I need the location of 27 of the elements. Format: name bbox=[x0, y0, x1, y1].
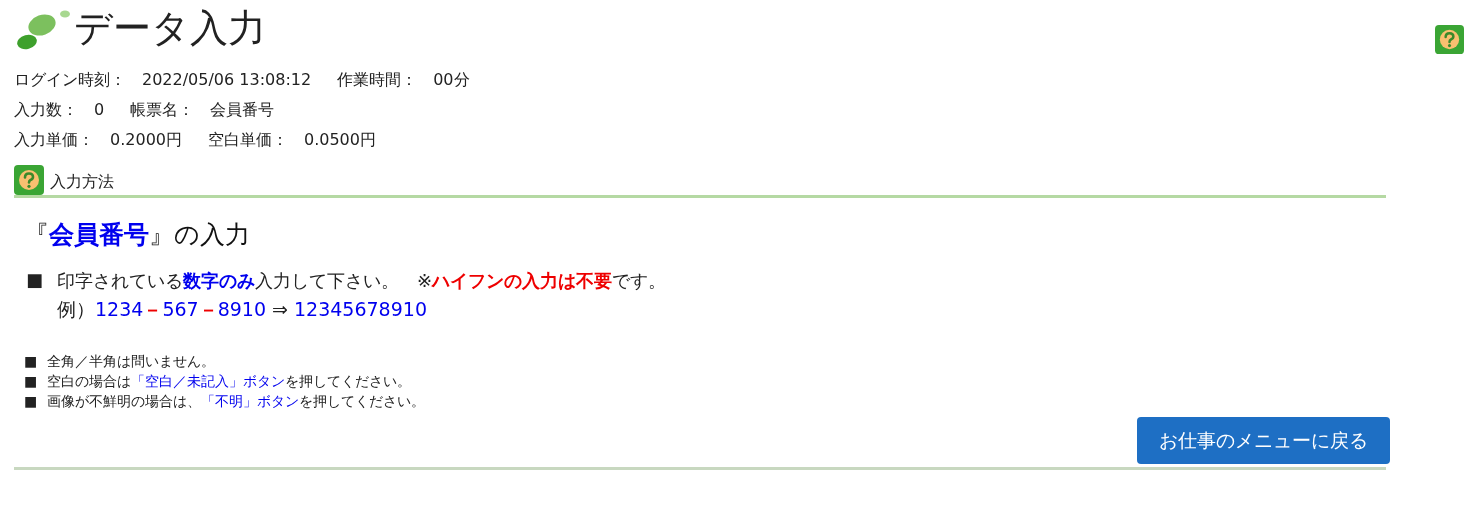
section-title: 入力方法 bbox=[50, 172, 114, 193]
instruction-heading: 『会員番号』の入力 bbox=[24, 219, 251, 251]
info-label: 入力数： bbox=[14, 100, 78, 121]
info-label: ログイン時刻： bbox=[14, 70, 126, 91]
info-value: 0.2000円 bbox=[110, 130, 182, 151]
info-value: 2022/05/06 13:08:12 bbox=[142, 70, 312, 91]
bullet-mark: ■ bbox=[24, 353, 38, 371]
note-text: 全角／半角は問いません。 bbox=[47, 353, 216, 371]
info-value: 会員番号 bbox=[210, 100, 275, 121]
example-text: 例）1234－567－8910 ⇒ 12345678910 bbox=[57, 297, 428, 322]
info-label: 帳票名： bbox=[130, 100, 195, 121]
bullet-mark: ■ bbox=[26, 269, 43, 292]
bullet-mark: ■ bbox=[24, 373, 38, 391]
instruction-text: 印字されている数字のみ入力して下さい。 ※ハイフンの入力は不要です。 bbox=[57, 269, 667, 293]
info-value: 0 bbox=[94, 100, 105, 121]
page-title: データ入力 bbox=[74, 4, 266, 52]
info-label: 入力単価： bbox=[14, 130, 94, 151]
info-label: 空白単価： bbox=[208, 130, 288, 151]
back-to-menu-button[interactable]: お仕事のメニューに戻る bbox=[1137, 417, 1390, 464]
info-value: 00分 bbox=[433, 70, 470, 91]
help-icon[interactable] bbox=[14, 165, 44, 195]
help-icon[interactable] bbox=[1435, 25, 1464, 54]
note-text: 空白の場合は「空白／未記入」ボタンを押してください。 bbox=[47, 373, 412, 391]
info-value: 0.0500円 bbox=[304, 130, 376, 151]
bullet-mark: ■ bbox=[24, 393, 38, 411]
note-text: 画像が不鮮明の場合は、「不明」ボタンを押してください。 bbox=[47, 393, 426, 411]
info-label: 作業時間： bbox=[337, 70, 418, 91]
